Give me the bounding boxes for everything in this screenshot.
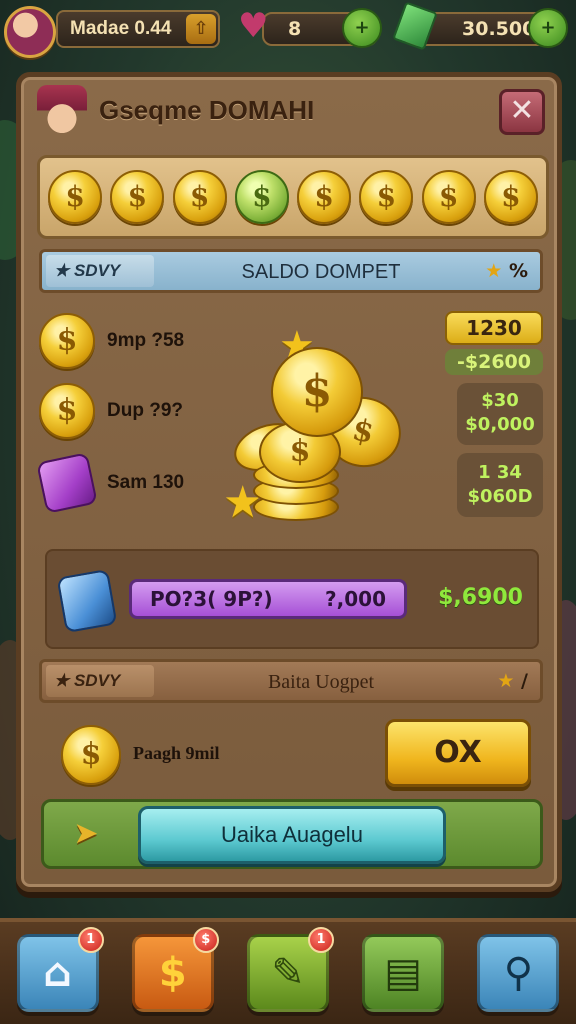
coin-icon[interactable]: $	[48, 170, 103, 224]
value-c-top: 1 34	[478, 462, 522, 483]
balance-row: Sam 130	[36, 452, 185, 514]
value-box-c: 1 34 $060D	[457, 453, 543, 517]
blue-gem-icon	[56, 568, 118, 634]
dollar-icon: $	[158, 950, 187, 996]
coin-icon[interactable]: $	[110, 170, 165, 224]
balance-row: $ Dup ?9?	[39, 381, 183, 441]
large-coin-icon: $	[271, 347, 363, 437]
value-box-a: 1230 -$2600	[445, 311, 543, 375]
banner-title: Baita Uogpet	[267, 671, 375, 693]
nav-home-button[interactable]: ⌂ 1	[16, 927, 104, 1012]
nav-quests-button[interactable]: ✎ 1	[246, 927, 334, 1012]
inventory-icon: ▤	[384, 950, 423, 996]
nav-inventory-button[interactable]: ▤	[362, 934, 445, 1012]
progress-bar[interactable]: PO?3( 9P?) ?,000	[129, 579, 407, 619]
balance-label: Sam 130	[107, 472, 185, 493]
gold-coin-icon: $	[39, 383, 95, 439]
balance-row: $ 9mp ?58	[39, 311, 184, 371]
payment-row: $ Paagh 9mil OX	[57, 719, 537, 791]
value-a-top: 1230	[445, 311, 543, 345]
close-button[interactable]: ✕	[499, 89, 545, 135]
star-icon: ★	[485, 260, 503, 282]
home-icon: ⌂	[43, 950, 72, 996]
wallet-panel: Gseqme DOMAHI ✕ $ $ $ $ $ $ $ $ ★ SDVY S…	[16, 72, 562, 892]
progress-section: PO?3( 9P?) ?,000 $,6900	[45, 549, 539, 649]
banner-tag: ★ SDVY	[46, 665, 154, 697]
gold-coin-icon: $	[61, 725, 121, 785]
progress-label: PO?3( 9P?)	[150, 587, 273, 611]
value-a-bottom: -$2600	[445, 349, 543, 375]
purple-gem-shape	[36, 452, 98, 514]
coin-icon[interactable]: $	[483, 170, 538, 224]
player-avatar[interactable]	[4, 6, 56, 58]
panel-title: Gseqme DOMAHI	[99, 95, 315, 125]
banner-tag: ★ SDVY	[46, 255, 154, 287]
nav-shop-button[interactable]: $ $	[131, 927, 219, 1012]
banner-end: ★ /	[497, 670, 528, 692]
action-row: ➤ Uaika Auagelu	[41, 799, 543, 869]
coin-pile-illustration: ★ ★ $ $ $	[223, 313, 408, 528]
value-b-bottom: $0,000	[465, 414, 535, 435]
ok-button[interactable]: OX	[385, 719, 531, 787]
bottom-navigation: ⌂ 1 $ $ ✎ 1 ▤ ⚲	[0, 918, 576, 1024]
notification-badge: 1	[307, 927, 334, 953]
coin-row: $ $ $ $ $ $ $ $	[37, 155, 549, 239]
notification-badge: 1	[77, 927, 104, 953]
character-portrait	[37, 85, 87, 141]
top-hud: Madae 0.44 ⇧ 8 ♥ + 30.500 +	[0, 1, 576, 58]
payment-label: Paagh 9mil	[133, 743, 220, 763]
coin-icon[interactable]: $	[172, 170, 227, 224]
notification-badge: $	[192, 927, 219, 953]
balance-label: Dup ?9?	[107, 400, 183, 421]
banner-end: ★ %	[485, 260, 528, 282]
arrow-icon: ➤	[73, 816, 99, 851]
wallet-balance-banner: ★ SDVY SALDO DOMPET ★ %	[39, 249, 543, 293]
secondary-banner: ★ SDVY Baita Uogpet ★ /	[39, 659, 543, 703]
add-gems-button[interactable]: +	[528, 8, 568, 48]
balance-list: $ 9mp ?58 $ Dup ?9? Sam 130 ★ ★ $ $ $ 12…	[36, 303, 543, 543]
confirm-button[interactable]: Uaika Auagelu	[138, 806, 446, 864]
add-hearts-button[interactable]: +	[342, 8, 382, 48]
level-up-arrow-icon[interactable]: ⇧	[186, 14, 216, 44]
coin-icon[interactable]: $	[359, 170, 414, 224]
banner-title: SALDO DOMPET	[241, 261, 401, 283]
purple-gem-icon	[36, 452, 98, 514]
progress-amount: ?,000	[325, 587, 386, 611]
value-box-b: $30 $0,000	[457, 383, 543, 445]
balance-label: 9mp ?58	[107, 330, 185, 351]
progress-value: $,6900	[438, 585, 523, 610]
value-c-bottom: $060D	[467, 486, 533, 507]
quest-icon: ✎	[271, 950, 305, 996]
star-icon: ★	[497, 670, 515, 692]
value-b-top: $30	[481, 390, 519, 411]
heart-icon: ♥	[238, 6, 269, 46]
coin-icon[interactable]: $	[297, 170, 352, 224]
nav-search-button[interactable]: ⚲	[477, 934, 560, 1012]
gold-coin-icon: $	[39, 313, 95, 369]
coin-icon[interactable]: $	[421, 170, 476, 224]
coin-icon-selected[interactable]: $	[234, 170, 289, 224]
search-icon: ⚲	[503, 950, 533, 996]
